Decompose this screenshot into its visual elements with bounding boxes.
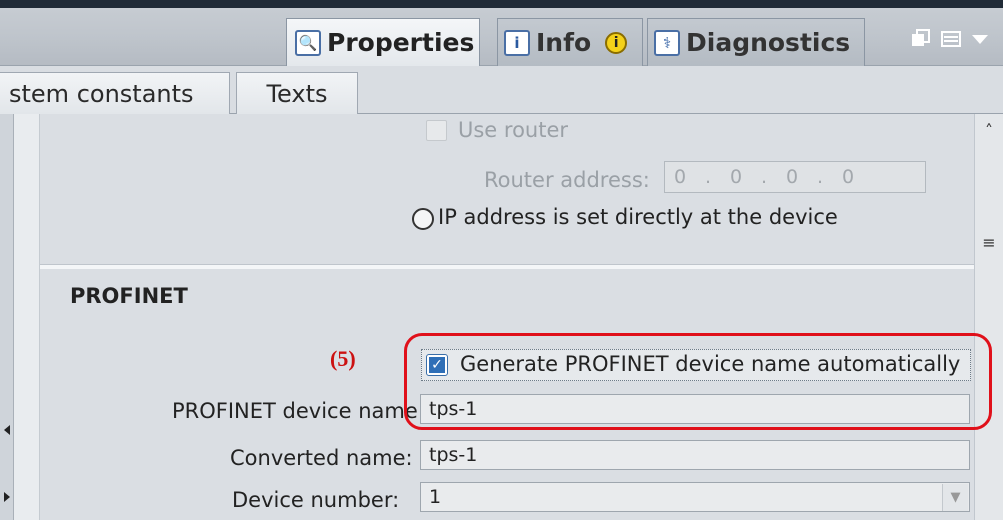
collapse-arrow-icon[interactable] — [4, 425, 10, 435]
octet-separator: . — [760, 166, 768, 188]
section-heading-profinet: PROFINET — [70, 284, 188, 308]
tab-system-constants[interactable]: stem constants — [0, 72, 230, 114]
tab-info[interactable]: i Info i — [497, 18, 643, 66]
octet-separator: . — [816, 166, 824, 188]
list-menu-icon[interactable] — [940, 28, 962, 54]
tab-info-label: Info — [536, 28, 592, 57]
info-badge-icon: i — [605, 31, 628, 54]
navigation-pane-edge — [14, 114, 40, 520]
router-octet-3: 0 — [785, 166, 799, 188]
properties-icon: 🔍 — [295, 29, 321, 56]
converted-name-label: Converted name: — [230, 446, 413, 470]
top-border — [0, 0, 1003, 8]
device-number-select[interactable]: 1 — [420, 482, 970, 512]
router-octet-1: 0 — [673, 166, 687, 188]
restore-window-icon[interactable] — [910, 28, 932, 54]
step-annotation: (5) — [330, 346, 356, 371]
vertical-scrollbar[interactable] — [974, 114, 1003, 520]
router-octet-2: 0 — [729, 166, 743, 188]
diagnostics-icon: ⚕ — [654, 29, 680, 56]
section-divider — [40, 264, 974, 269]
tab-properties[interactable]: 🔍 Properties — [286, 18, 480, 66]
ip-set-directly-radio[interactable] — [412, 208, 434, 230]
router-address-label: Router address: — [484, 168, 650, 192]
chevron-down-icon[interactable] — [970, 28, 990, 54]
info-tab-icon: i — [504, 29, 530, 56]
window-controls — [910, 26, 1003, 56]
tab-diagnostics[interactable]: ⚕ Diagnostics — [647, 18, 865, 66]
dropdown-arrow-icon[interactable]: ▼ — [942, 484, 968, 511]
device-name-label: PROFINET device name — [172, 399, 418, 423]
ip-set-directly-label: IP address is set directly at the device — [438, 205, 838, 229]
tab-texts-label: Texts — [266, 79, 328, 108]
converted-name-field[interactable]: tps-1 — [420, 440, 970, 470]
scroll-up-icon[interactable]: ˄ — [980, 120, 998, 142]
highlight-annotation-box — [404, 333, 992, 430]
device-number-label: Device number: — [232, 488, 400, 512]
use-router-checkbox[interactable] — [426, 120, 447, 141]
octet-separator: . — [704, 166, 712, 188]
tab-system-constants-label: stem constants — [9, 79, 194, 108]
router-address-field[interactable]: 0 . 0 . 0 . 0 — [664, 161, 926, 193]
tab-diagnostics-label: Diagnostics — [686, 28, 851, 57]
scroll-thumb-grip-icon[interactable]: ≡ — [980, 232, 998, 254]
use-router-label: Use router — [458, 118, 569, 142]
tab-texts[interactable]: Texts — [236, 72, 358, 114]
tab-properties-label: Properties — [327, 28, 475, 57]
router-octet-4: 0 — [841, 166, 855, 188]
expand-arrow-icon[interactable] — [4, 492, 10, 502]
left-splitter[interactable] — [0, 114, 14, 520]
